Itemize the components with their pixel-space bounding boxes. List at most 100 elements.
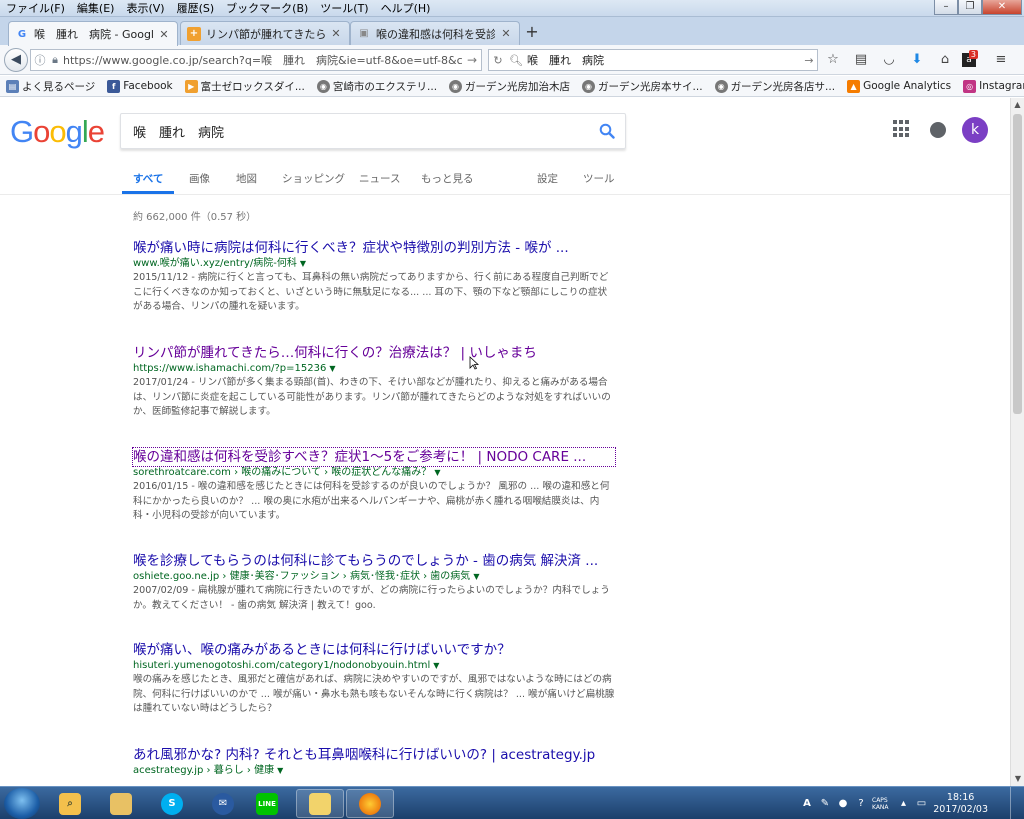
search-button[interactable] bbox=[589, 114, 625, 148]
google-search-box[interactable] bbox=[120, 113, 626, 149]
bookmark-star-icon[interactable]: ☆ bbox=[822, 50, 844, 70]
tab-close-icon[interactable]: ✕ bbox=[499, 27, 513, 40]
ime-tools-icon[interactable]: ✎ bbox=[818, 797, 832, 811]
dropdown-arrow-icon[interactable]: ▼ bbox=[434, 468, 440, 477]
tray-options-icon[interactable]: ▴ bbox=[897, 797, 911, 811]
pocket-icon[interactable]: ◡ bbox=[878, 50, 900, 70]
search-input[interactable] bbox=[121, 123, 589, 139]
mouse-cursor-icon bbox=[469, 356, 479, 370]
arrow-flag-icon: ▶ bbox=[184, 79, 198, 93]
taskbar-folder-app[interactable] bbox=[296, 789, 344, 818]
menu-history[interactable]: 履歴(S) bbox=[171, 0, 221, 17]
navigation-toolbar: ◀ ⓘ 🔒︎ https://www.google.co.jp/search?q… bbox=[0, 45, 1024, 75]
search-engine-icon[interactable]: 🔍︎ bbox=[507, 54, 525, 67]
network-icon[interactable]: ▭ bbox=[915, 797, 929, 811]
menu-bookmarks[interactable]: ブックマーク(B) bbox=[220, 0, 314, 17]
caps-kana-indicator: CAPS KANA bbox=[872, 796, 889, 811]
download-icon[interactable]: ⬇ bbox=[906, 50, 928, 70]
tab-close-icon[interactable]: ✕ bbox=[329, 27, 343, 40]
taskbar-firefox-app[interactable] bbox=[346, 789, 394, 818]
close-window-button[interactable]: ✕ bbox=[982, 0, 1022, 15]
taskbar-search-app[interactable]: ⌕ bbox=[46, 789, 94, 818]
dropdown-arrow-icon[interactable]: ▼ bbox=[300, 259, 306, 268]
menu-tools[interactable]: ツール(T) bbox=[314, 0, 374, 17]
help-icon[interactable]: ? bbox=[854, 797, 868, 811]
url-bar[interactable]: ⓘ 🔒︎ https://www.google.co.jp/search?q=喉… bbox=[30, 49, 482, 71]
account-avatar[interactable]: k bbox=[962, 117, 988, 143]
windows-taskbar: ⌕ S ✉ LINE A ✎ ● ? CAPS KANA ▴ ▭ 18:16 2… bbox=[0, 786, 1024, 819]
minimize-button[interactable]: – bbox=[934, 0, 958, 15]
search-result: あれ風邪かな? 内科? それとも耳鼻咽喉科に行けばいいの? | acestrat… bbox=[133, 746, 615, 778]
tab-settings[interactable]: 設定 bbox=[537, 171, 558, 186]
taskbar-skype-app[interactable]: S bbox=[148, 789, 196, 818]
dropdown-arrow-icon[interactable]: ▼ bbox=[473, 572, 479, 581]
menu-file[interactable]: ファイル(F) bbox=[0, 0, 71, 17]
result-title-link[interactable]: 喉の違和感は何科を受診すべき？症状1～5をご参考に！ | NODO CARE .… bbox=[132, 447, 616, 467]
tab-lymph-node[interactable]: + リンパ節が腫れてきたら... ✕ bbox=[180, 21, 350, 45]
restore-button[interactable]: ❐ bbox=[958, 0, 982, 15]
bookmark-garden-stores[interactable]: ◉ ガーデン光房各店サ... bbox=[714, 79, 835, 94]
addon-icon[interactable]: a3 bbox=[962, 50, 978, 67]
url-text[interactable]: https://www.google.co.jp/search?q=喉 腫れ 病… bbox=[61, 52, 463, 68]
info-icon[interactable]: ⓘ bbox=[31, 52, 49, 68]
tab-google-search[interactable]: G 喉 腫れ 病院 - Google... ✕ bbox=[8, 21, 178, 46]
vertical-scrollbar[interactable]: ▲ ▼ bbox=[1010, 98, 1024, 786]
bookmark-most-visited[interactable]: ▤ よく見るページ bbox=[6, 79, 95, 94]
open-folder-icon bbox=[309, 792, 331, 815]
bookmark-garden-kajiki[interactable]: ◉ ガーデン光房加治木店 bbox=[449, 79, 570, 94]
bookmark-google-analytics[interactable]: ▲ Google Analytics bbox=[847, 79, 951, 93]
new-tab-button[interactable]: + bbox=[522, 23, 542, 43]
tab-nodo-care[interactable]: ▣ 喉の違和感は何科を受診... ✕ bbox=[350, 21, 520, 45]
back-button[interactable]: ◀ bbox=[4, 48, 28, 72]
result-title-link[interactable]: あれ風邪かな? 内科? それとも耳鼻咽喉科に行けばいいの? | acestrat… bbox=[133, 746, 615, 764]
bookmark-facebook[interactable]: f Facebook bbox=[107, 79, 173, 93]
taskbar-clock[interactable]: 18:16 2017/02/03 bbox=[933, 792, 988, 816]
taskbar-line-app[interactable]: LINE bbox=[243, 789, 291, 818]
browser-search-text[interactable]: 喉 腫れ 病院 bbox=[525, 52, 801, 68]
bookmark-fuji-xerox[interactable]: ▶ 富士ゼロックスダイ... bbox=[184, 79, 305, 94]
dropdown-arrow-icon[interactable]: ▼ bbox=[329, 364, 335, 373]
tab-images[interactable]: 画像 bbox=[189, 171, 210, 186]
bookmark-garden-main[interactable]: ◉ ガーデン光房本サイ... bbox=[582, 79, 703, 94]
dropdown-arrow-icon[interactable]: ▼ bbox=[277, 766, 283, 775]
result-url: sorethroatcare.com › 喉の痛みについて › 喉の症状どんな痛… bbox=[133, 467, 441, 478]
browser-search-bar[interactable]: ↻ 🔍︎ 喉 腫れ 病院 → bbox=[488, 49, 818, 71]
bookmark-instagram[interactable]: ◎Instagram bbox=[963, 79, 1024, 93]
magnifier-icon: ⌕ bbox=[59, 792, 81, 815]
result-snippet: 2017/01/24 - リンパ節が多く集まる頸部(首)、わきの下、そけい部など… bbox=[133, 377, 611, 417]
reading-list-icon[interactable]: ▤ bbox=[850, 50, 872, 70]
menu-view[interactable]: 表示(V) bbox=[120, 0, 170, 17]
home-icon[interactable]: ⌂ bbox=[934, 50, 956, 70]
apps-grid-icon[interactable] bbox=[893, 120, 911, 138]
ime-icon[interactable]: A bbox=[800, 797, 814, 811]
result-title-link[interactable]: 喉が痛い、喉の痛みがあるときには何科に行けばいいですか？ bbox=[133, 641, 615, 659]
result-title-link[interactable]: リンパ節が腫れてきたら…何科に行くの？治療法は？ | いしゃまち bbox=[133, 344, 615, 362]
tab-news[interactable]: ニュース bbox=[359, 171, 400, 186]
google-logo[interactable]: Google bbox=[10, 114, 105, 150]
menu-edit[interactable]: 編集(E) bbox=[71, 0, 121, 17]
start-button[interactable] bbox=[4, 788, 40, 819]
notifications-icon[interactable] bbox=[930, 122, 946, 138]
tab-maps[interactable]: 地図 bbox=[236, 171, 257, 186]
bookmark-miyazaki-exterior[interactable]: ◉ 宮崎市のエクステリ... bbox=[316, 79, 437, 94]
go-arrow-icon[interactable]: → bbox=[463, 53, 481, 67]
result-title-link[interactable]: 喉を診療してもらうのは何科に診てもらうのでしょうか - 歯の病気 解決済 ... bbox=[133, 552, 615, 570]
dropdown-arrow-icon[interactable]: ▼ bbox=[433, 661, 439, 670]
taskbar-thunderbird-app[interactable]: ✉ bbox=[199, 789, 247, 818]
ime-mode-icon[interactable]: ● bbox=[836, 797, 850, 811]
show-desktop-button[interactable] bbox=[1010, 787, 1024, 819]
search-go-icon[interactable]: → bbox=[801, 54, 817, 67]
hamburger-menu-icon[interactable]: ≡ bbox=[990, 50, 1012, 70]
menu-help[interactable]: ヘルプ(H) bbox=[375, 0, 437, 17]
tab-tools[interactable]: ツール bbox=[583, 171, 615, 186]
tab-more[interactable]: もっと見る bbox=[421, 171, 474, 186]
tab-close-icon[interactable]: ✕ bbox=[157, 28, 171, 41]
tab-shopping[interactable]: ショッピング bbox=[282, 171, 345, 186]
scroll-up-arrow-icon[interactable]: ▲ bbox=[1011, 98, 1024, 112]
taskbar-explorer-app[interactable] bbox=[97, 789, 145, 818]
tab-all[interactable]: すべて bbox=[133, 171, 163, 186]
scroll-thumb[interactable] bbox=[1013, 114, 1022, 414]
result-title-link[interactable]: 喉が痛い時に病院は何科に行くべき？症状や特徴別の判別方法 - 喉が ... bbox=[133, 239, 615, 257]
scroll-down-arrow-icon[interactable]: ▼ bbox=[1011, 772, 1024, 786]
reload-icon[interactable]: ↻ bbox=[489, 54, 507, 67]
